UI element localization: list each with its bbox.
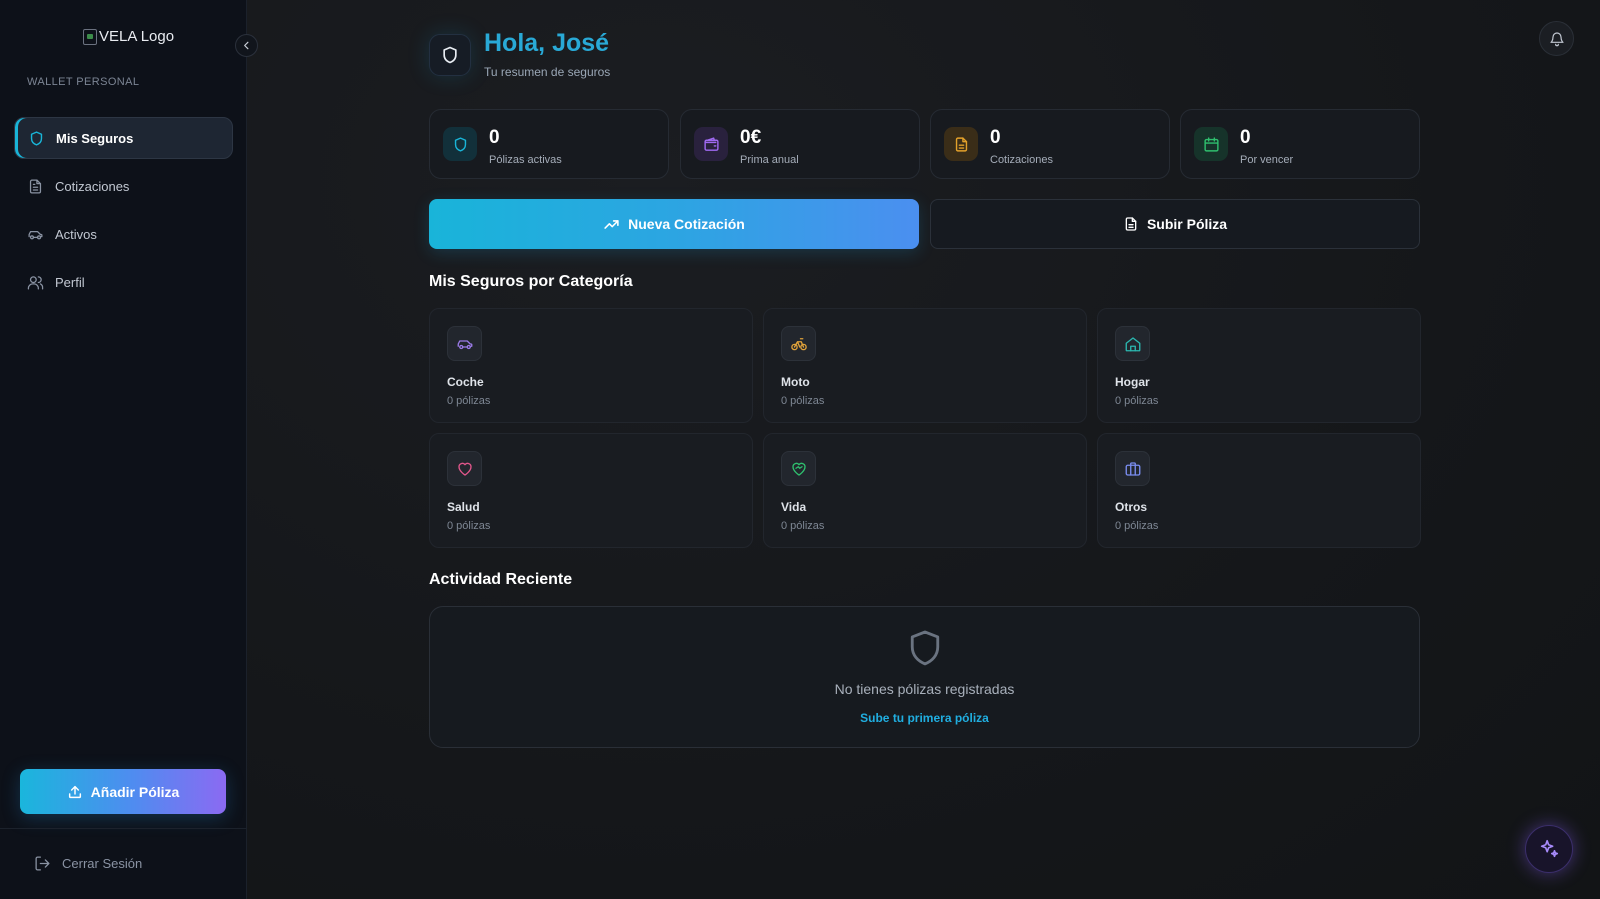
category-count: 0 pólizas (781, 395, 825, 407)
heart-handshake-icon (791, 462, 806, 476)
new-quote-button[interactable]: Nueva Cotización (429, 199, 919, 249)
logout-icon (35, 856, 50, 871)
users-icon (27, 275, 44, 290)
page-title: Hola, José (484, 29, 610, 57)
stat-icon-box (944, 127, 978, 161)
category-name: Coche (447, 375, 484, 389)
upload-first-policy-link[interactable]: Sube tu primera póliza (430, 711, 1419, 725)
trending-up-icon (604, 219, 619, 229)
collapse-sidebar-button[interactable] (235, 34, 258, 57)
document-icon (29, 178, 42, 194)
car-icon (28, 230, 43, 239)
upload-policy-button[interactable]: Subir Póliza (930, 199, 1420, 249)
category-card-coche[interactable]: Coche 0 pólizas (429, 308, 753, 423)
category-card-vida[interactable]: Vida 0 pólizas (763, 433, 1087, 548)
category-count: 0 pólizas (1115, 395, 1159, 407)
sidebar-item-label: Perfil (55, 274, 85, 290)
stat-value: 0 (990, 127, 1001, 148)
category-count: 0 pólizas (1115, 520, 1159, 532)
sidebar-item-activos[interactable]: Activos (14, 213, 233, 255)
calendar-icon (1203, 136, 1219, 152)
sidebar-divider (0, 828, 247, 829)
vela-logo[interactable]: VELA Logo (83, 28, 174, 45)
add-policy-button[interactable]: Añadir Póliza (20, 769, 226, 814)
stat-icon-box (694, 127, 728, 161)
sidebar-item-cotizaciones[interactable]: Cotizaciones (14, 165, 233, 207)
category-icon-box (447, 451, 482, 486)
upload-policy-label: Subir Póliza (1146, 216, 1228, 232)
sidebar-item-mis-seguros[interactable]: Mis Seguros (14, 117, 233, 159)
heart-icon (457, 462, 472, 476)
logo-alt-text: VELA Logo (99, 28, 175, 45)
activity-panel: No tienes pólizas registradas Sube tu pr… (429, 606, 1420, 748)
category-card-salud[interactable]: Salud 0 pólizas (429, 433, 753, 548)
stat-card-active-policies: 0 Pólizas activas (429, 109, 669, 179)
category-count: 0 pólizas (781, 520, 825, 532)
logout-label: Cerrar Sesión (62, 856, 143, 871)
category-name: Vida (781, 500, 807, 514)
stat-icon-box (443, 127, 477, 161)
stat-value: 0 (1240, 127, 1251, 148)
car-icon (457, 339, 472, 349)
category-name: Hogar (1115, 375, 1150, 389)
stat-value: 0€ (740, 127, 762, 148)
greeting-shield-badge (429, 34, 471, 76)
category-icon-box (781, 326, 816, 361)
activity-heading: Actividad Reciente (429, 571, 573, 588)
home-icon (1125, 336, 1140, 351)
page-subtitle: Tu resumen de seguros (484, 65, 611, 79)
category-card-moto[interactable]: Moto 0 pólizas (763, 308, 1087, 423)
stat-card-quotes: 0 Cotizaciones (930, 109, 1170, 179)
sidebar-item-label: Activos (55, 226, 97, 242)
stat-card-annual-premium: 0€ Prima anual (680, 109, 920, 179)
empty-state-shield-icon (908, 629, 942, 669)
stat-icon-box (1194, 127, 1228, 161)
sidebar-item-label: Mis Seguros (56, 130, 134, 146)
ai-assistant-button[interactable] (1525, 825, 1573, 873)
category-icon-box (781, 451, 816, 486)
category-name: Salud (447, 500, 480, 514)
stat-card-expiring: 0 Por vencer (1180, 109, 1420, 179)
category-count: 0 pólizas (447, 395, 491, 407)
empty-state-text: No tienes pólizas registradas (834, 681, 1015, 697)
briefcase-icon (1125, 461, 1140, 476)
shield-icon (454, 136, 466, 152)
stat-label: Prima anual (740, 154, 799, 166)
wallet-section-label: WALLET PERSONAL (27, 76, 140, 88)
category-icon-box (1115, 326, 1150, 361)
stat-label: Por vencer (1240, 154, 1294, 166)
upload-icon (68, 785, 81, 798)
category-icon-box (447, 326, 482, 361)
notifications-button[interactable] (1539, 21, 1574, 56)
logout-button[interactable]: Cerrar Sesión (34, 855, 142, 872)
category-card-hogar[interactable]: Hogar 0 pólizas (1097, 308, 1421, 423)
add-policy-label: Añadir Póliza (90, 783, 180, 800)
category-name: Moto (781, 375, 810, 389)
sidebar-item-perfil[interactable]: Perfil (14, 261, 233, 303)
shield-icon (443, 46, 457, 64)
stat-value: 0 (489, 127, 500, 148)
new-quote-label: Nueva Cotización (628, 216, 745, 232)
category-count: 0 pólizas (447, 520, 491, 532)
bike-icon (790, 337, 807, 350)
sidebar-item-label: Cotizaciones (55, 178, 130, 194)
bell-icon (1549, 31, 1564, 46)
document-icon (955, 136, 967, 152)
sparkles-icon (1540, 839, 1559, 858)
wallet-icon (703, 136, 719, 151)
broken-image-icon (83, 28, 97, 45)
stat-label: Pólizas activas (489, 154, 562, 166)
shield-icon (30, 130, 43, 146)
category-name: Otros (1115, 500, 1148, 514)
category-card-otros[interactable]: Otros 0 pólizas (1097, 433, 1421, 548)
sidebar: VELA Logo WALLET PERSONAL Mis Seguros Co… (0, 0, 247, 899)
categories-heading: Mis Seguros por Categoría (429, 273, 633, 290)
stat-label: Cotizaciones (990, 154, 1053, 166)
chevron-left-icon (244, 41, 249, 50)
document-icon (1125, 217, 1137, 231)
category-icon-box (1115, 451, 1150, 486)
